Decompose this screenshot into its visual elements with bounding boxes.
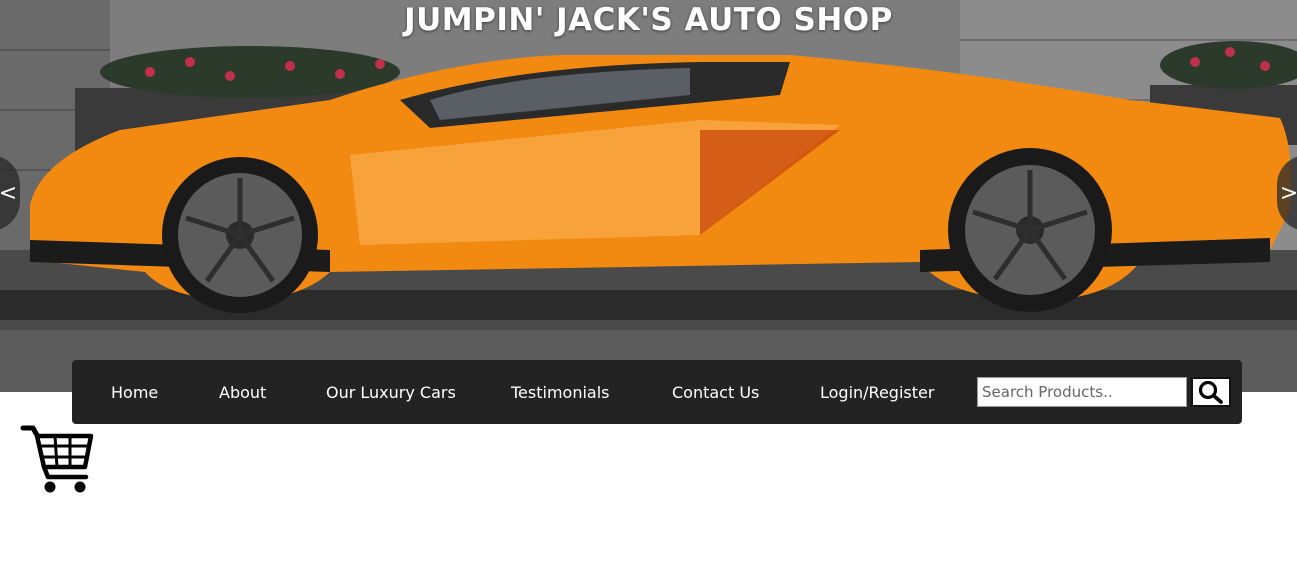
nav-contact-link[interactable]: Contact Us: [672, 360, 759, 424]
nav-luxury-cars-link[interactable]: Our Luxury Cars: [326, 360, 456, 424]
site-title: JUMPIN' JACK'S AUTO SHOP: [404, 2, 893, 38]
search-button[interactable]: [1191, 377, 1231, 407]
chevron-left-icon: <: [0, 180, 18, 206]
hero-banner: JUMPIN' JACK'S AUTO SHOP < >: [0, 0, 1297, 392]
chevron-right-icon: >: [1279, 180, 1297, 206]
shopping-cart-icon: [20, 425, 94, 493]
nav-home-link[interactable]: Home: [111, 360, 158, 424]
shopping-cart-button[interactable]: [20, 423, 94, 495]
nav-login-register-link[interactable]: Login/Register: [820, 360, 934, 424]
nav-testimonials-link[interactable]: Testimonials: [511, 360, 610, 424]
hero-car-image: [0, 0, 1297, 392]
main-navbar: Home About Our Luxury Cars Testimonials …: [72, 360, 1242, 424]
search-input[interactable]: [977, 377, 1187, 407]
search-icon: [1198, 380, 1223, 404]
nav-about-link[interactable]: About: [219, 360, 266, 424]
